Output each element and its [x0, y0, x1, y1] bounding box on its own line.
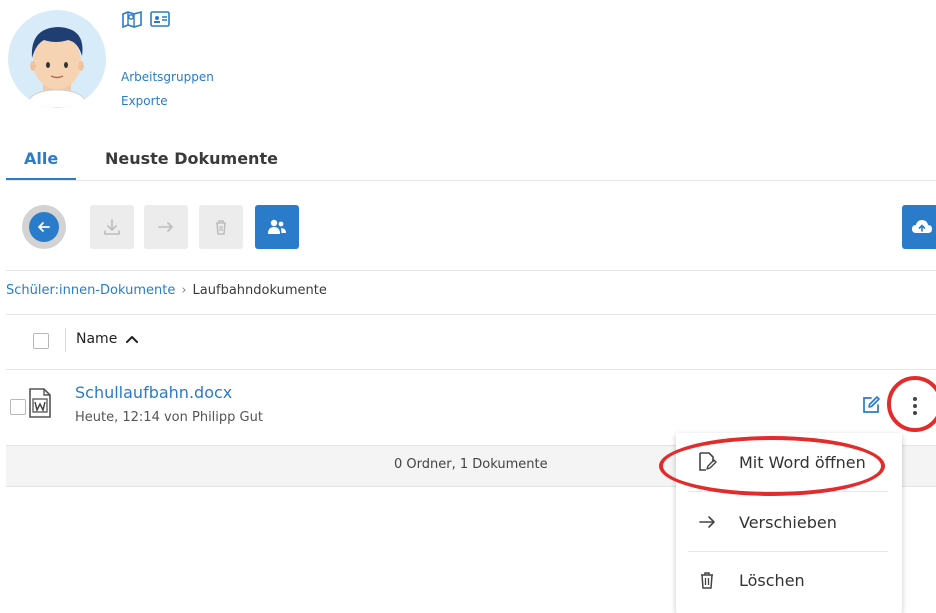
select-all-checkbox[interactable] — [33, 333, 49, 349]
download-button[interactable] — [90, 205, 134, 249]
name-column-header[interactable]: Name — [76, 331, 139, 347]
share-button[interactable] — [255, 205, 299, 249]
annotation-ring-more-button — [887, 376, 936, 432]
delete-button[interactable] — [199, 205, 243, 249]
file-meta: Heute, 12:14 von Philipp Gut — [75, 410, 263, 425]
back-button[interactable] — [22, 205, 66, 249]
profile-icon-group — [121, 9, 171, 29]
breadcrumb-parent[interactable]: Schüler:innen-Dokumente — [6, 283, 175, 298]
header-separator — [65, 328, 66, 352]
share-users-icon — [268, 219, 286, 234]
word-file-icon — [29, 388, 51, 418]
toolbar-divider — [6, 270, 936, 271]
tab-neuste-dokumente[interactable]: Neuste Dokumente — [105, 149, 278, 168]
link-arbeitsgruppen[interactable]: Arbeitsgruppen — [121, 70, 214, 84]
id-card-icon[interactable] — [149, 9, 171, 29]
menu-item-delete[interactable]: Löschen — [676, 551, 902, 609]
trash-icon — [216, 220, 226, 235]
menu-label-move: Verschieben — [739, 512, 837, 532]
name-header-label: Name — [76, 331, 118, 347]
move-button[interactable] — [144, 205, 188, 249]
annotation-ring-open-word — [659, 436, 885, 496]
avatar — [8, 10, 106, 108]
menu-label-delete: Löschen — [739, 570, 805, 590]
breadcrumb-current: Laufbahndokumente — [192, 283, 327, 298]
breadcrumb: Schüler:innen-Dokumente › Laufbahndokume… — [6, 283, 327, 298]
upload-button[interactable] — [902, 205, 936, 249]
breadcrumb-separator: › — [181, 283, 187, 298]
link-exporte[interactable]: Exporte — [121, 94, 168, 108]
tabs-divider — [6, 180, 936, 181]
trash-icon — [696, 569, 718, 591]
menu-item-move[interactable]: Verschieben — [676, 493, 902, 551]
download-icon — [104, 219, 120, 235]
back-arrow-icon — [38, 222, 50, 232]
arrow-right-icon — [696, 511, 718, 533]
cloud-upload-icon — [912, 220, 932, 233]
user-avatar-illustration — [25, 27, 89, 108]
edit-icon[interactable] — [860, 394, 882, 416]
map-icon[interactable] — [121, 9, 143, 29]
move-arrow-icon — [158, 222, 173, 232]
file-name-link[interactable]: Schullaufbahn.docx — [75, 383, 232, 402]
header-divider — [6, 369, 936, 370]
breadcrumb-divider — [6, 314, 936, 315]
tab-alle[interactable]: Alle — [24, 149, 58, 168]
summary-text: 0 Ordner, 1 Dokumente — [394, 457, 548, 472]
row-checkbox[interactable] — [10, 399, 26, 415]
sort-ascending-icon — [126, 336, 139, 343]
